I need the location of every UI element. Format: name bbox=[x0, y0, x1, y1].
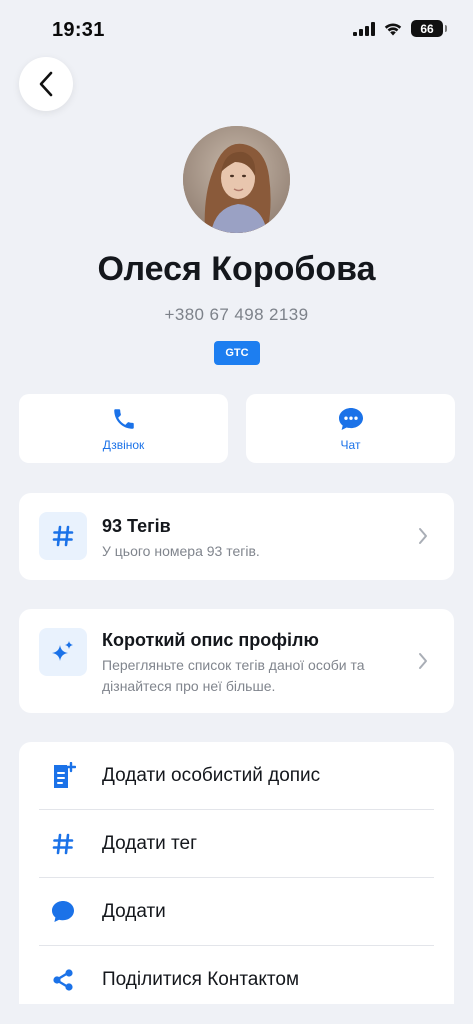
status-time: 19:31 bbox=[52, 19, 105, 41]
tags-icon-box bbox=[39, 512, 87, 560]
chat-label: Чат bbox=[340, 437, 361, 452]
chat-bubble-dots-icon bbox=[338, 407, 363, 430]
menu-item-add-tag[interactable]: Додати тег bbox=[19, 810, 454, 878]
avatar bbox=[183, 126, 290, 233]
menu-item-share-contact[interactable]: Поділитися Контактом bbox=[19, 946, 454, 1004]
profile-summary-card[interactable]: Короткий опис профілю Перегляньте список… bbox=[19, 609, 454, 713]
menu-item-add-note[interactable]: Додати особистий допис bbox=[19, 742, 454, 810]
chevron-left-icon bbox=[39, 71, 53, 97]
chat-button[interactable]: Чат bbox=[246, 394, 455, 463]
tags-card[interactable]: 93 Тегів У цього номера 93 тегів. bbox=[19, 493, 454, 580]
chevron-right-icon bbox=[419, 528, 427, 544]
menu-item-add[interactable]: Додати bbox=[19, 878, 454, 946]
hash-icon bbox=[52, 833, 74, 855]
summary-subtitle-line2: дізнайтеся про неї більше. bbox=[102, 678, 276, 694]
call-button[interactable]: Дзвінок bbox=[19, 394, 228, 463]
menu-label-add-tag: Додати тег bbox=[102, 833, 198, 854]
note-add-icon bbox=[54, 762, 76, 788]
summary-subtitle-line1: Перегляньте список тегів даної особи та bbox=[102, 657, 365, 673]
contact-phone: +380 67 498 2139 bbox=[164, 305, 309, 324]
battery-indicator: 66 bbox=[411, 20, 447, 37]
summary-title: Короткий опис профілю bbox=[102, 630, 319, 650]
contact-name: Олеся Коробова bbox=[97, 250, 376, 288]
call-label: Дзвінок bbox=[102, 437, 145, 452]
menu-label-share-contact: Поділитися Контактом bbox=[102, 969, 300, 990]
operator-badge: GTC bbox=[214, 341, 260, 365]
cellular-signal-icon bbox=[353, 21, 375, 36]
sparkle-icon bbox=[52, 641, 73, 661]
tags-title: 93 Тегів bbox=[102, 516, 171, 536]
hash-icon bbox=[52, 525, 74, 547]
wifi-icon bbox=[384, 22, 402, 35]
summary-icon-box bbox=[39, 628, 87, 676]
menu-label-add-note: Додати особистий допис bbox=[102, 765, 321, 786]
menu-label-add: Додати bbox=[102, 901, 166, 922]
tags-subtitle: У цього номера 93 тегів. bbox=[102, 543, 260, 559]
chat-bubble-icon bbox=[52, 901, 74, 922]
actions-menu: Додати особистий допис Додати тег Додати bbox=[19, 742, 454, 1004]
share-icon bbox=[53, 969, 73, 991]
status-bar: 19:31 66 bbox=[0, 0, 473, 60]
status-icons: 66 bbox=[353, 20, 447, 37]
back-button[interactable] bbox=[19, 57, 73, 111]
phone-icon bbox=[113, 408, 134, 429]
chevron-right-icon bbox=[419, 653, 427, 669]
